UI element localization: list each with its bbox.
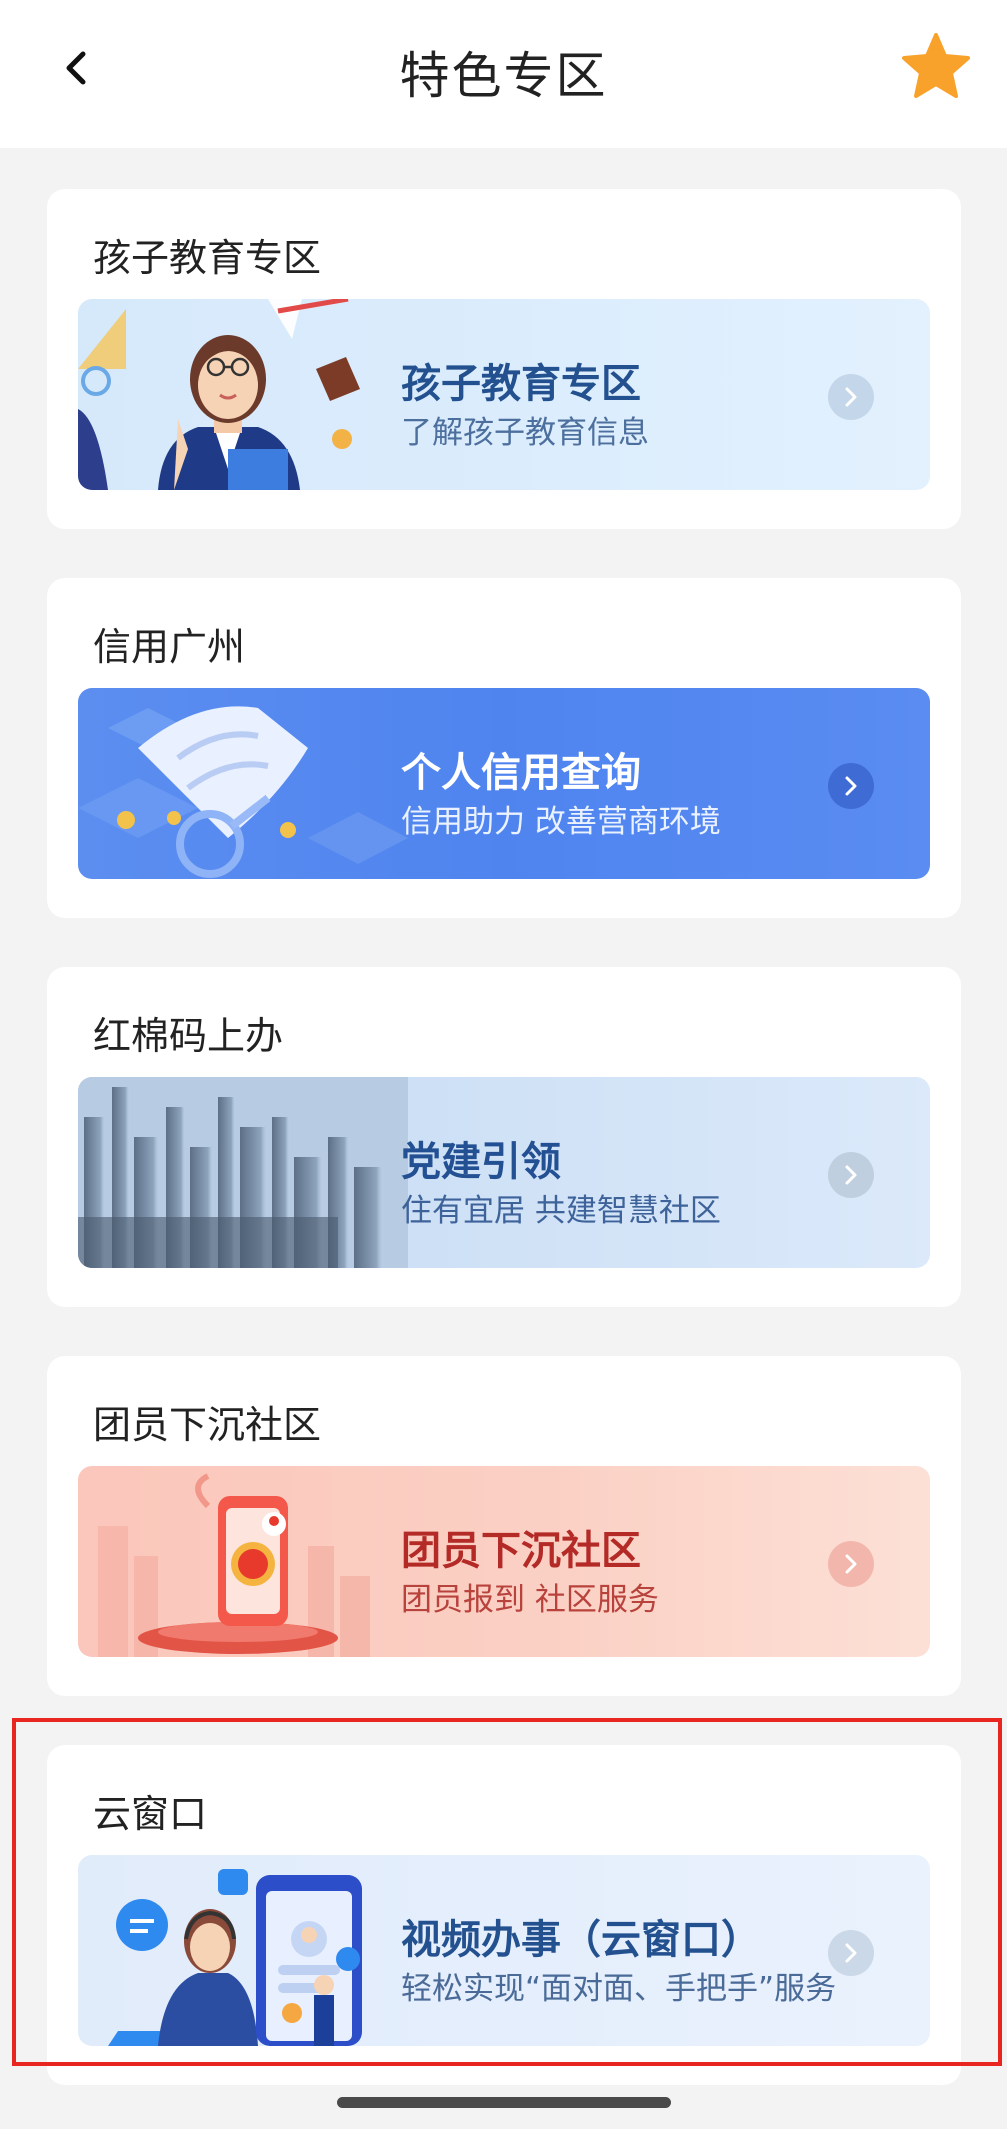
banner-subtitle: 住有宜居 共建智慧社区 [401, 1193, 721, 1229]
banner-title: 个人信用查询 [401, 750, 641, 796]
banner-video-service[interactable]: 视频办事（云窗口） 轻松实现“面对面、手把手”服务 [78, 1855, 930, 2046]
chevron-right-icon [828, 1541, 874, 1587]
card-hongmian-code: 红棉码上办 党建引领 住有宜居 共建智慧社区 [47, 967, 961, 1307]
card-credit-guangzhou: 信用广州 个人信用查询 信用助力 改善营商环境 [47, 578, 961, 918]
banner-subtitle: 信用助力 改善营商环境 [401, 804, 721, 840]
teacher-illustration [78, 299, 360, 490]
video-service-illustration [108, 1869, 362, 2046]
chevron-right-icon [828, 763, 874, 809]
banner-title: 团员下沉社区 [401, 1528, 641, 1574]
banner-subtitle: 轻松实现“面对面、手把手”服务 [401, 1971, 837, 2007]
card-league-community: 团员下沉社区 团员下沉社区 团员报到 社区服务 [47, 1356, 961, 1696]
banner-title: 党建引领 [401, 1139, 561, 1185]
page-title: 特色专区 [399, 47, 608, 105]
card-cloud-window: 云窗口 视频办事（云窗口） 轻松实现“面对面、手把手”服务 [47, 1745, 961, 2085]
banner-credit-query[interactable]: 个人信用查询 信用助力 改善营商环境 [78, 688, 930, 879]
chevron-right-icon [828, 1152, 874, 1198]
card-title: 红棉码上办 [93, 1014, 284, 1058]
star-icon [902, 33, 970, 98]
credit-document-illustration [78, 706, 408, 878]
banner-title: 视频办事（云窗口） [401, 1917, 761, 1963]
city-skyline-illustration [78, 1077, 408, 1268]
league-phone-illustration [98, 1473, 370, 1657]
banner-child-education[interactable]: 孩子教育专区 了解孩子教育信息 [78, 299, 930, 490]
chevron-right-icon [828, 374, 874, 420]
banner-subtitle: 团员报到 社区服务 [401, 1582, 659, 1618]
banner-league-community[interactable]: 团员下沉社区 团员报到 社区服务 [78, 1466, 930, 1657]
top-bar: 特色专区 [0, 0, 1007, 148]
card-title: 信用广州 [93, 625, 246, 669]
banner-title: 孩子教育专区 [401, 361, 641, 407]
page: 特色专区 孩子教育专区 孩子教育专区 了解孩子教育信息 信用广州 个人信用查询 … [0, 0, 1007, 2129]
banner-party-building[interactable]: 党建引领 住有宜居 共建智慧社区 [78, 1077, 930, 1268]
chevron-right-icon [828, 1930, 874, 1976]
banner-subtitle: 了解孩子教育信息 [401, 415, 649, 451]
card-title: 团员下沉社区 [93, 1403, 322, 1447]
home-indicator[interactable] [337, 2097, 671, 2108]
favorite-button[interactable] [900, 30, 972, 102]
card-title: 孩子教育专区 [93, 236, 322, 280]
card-child-education: 孩子教育专区 孩子教育专区 了解孩子教育信息 [47, 189, 961, 529]
card-title: 云窗口 [93, 1792, 208, 1836]
